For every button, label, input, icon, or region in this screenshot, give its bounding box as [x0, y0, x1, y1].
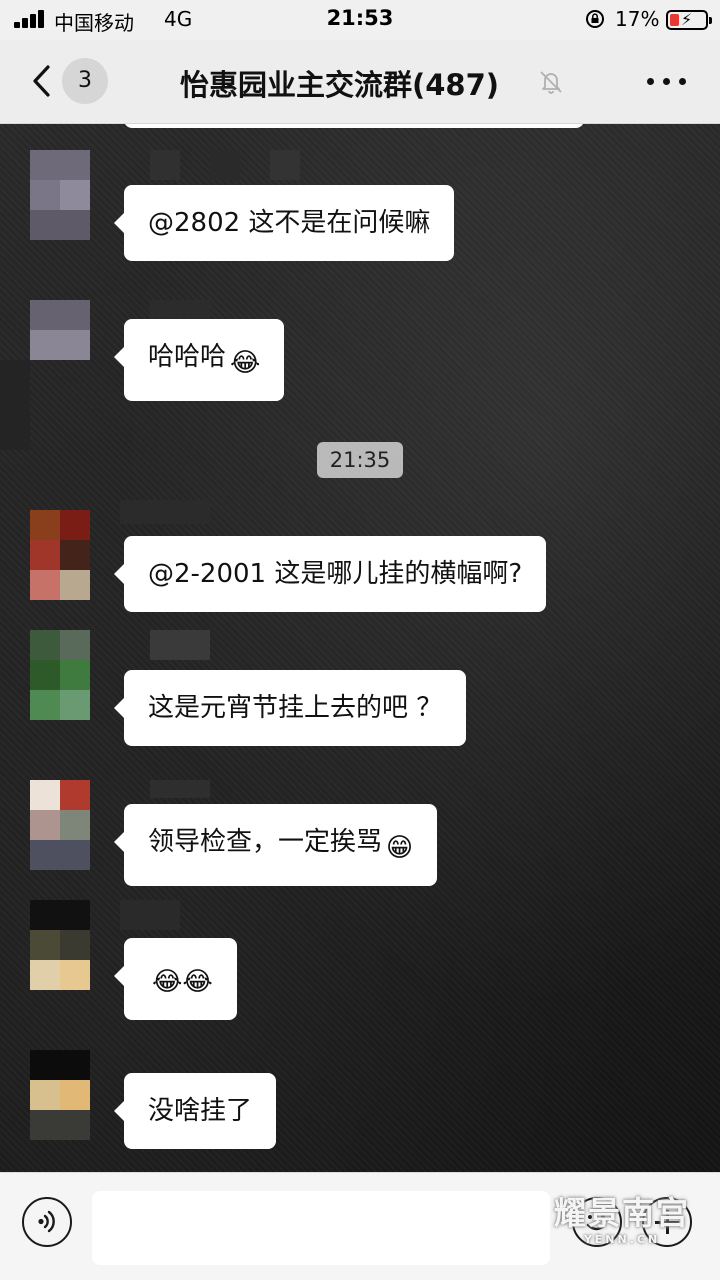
- plus-icon[interactable]: [642, 1197, 692, 1247]
- message-bubble[interactable]: 领导检查，一定挨骂 😁: [113, 804, 438, 886]
- message-text: 没啥挂了: [148, 1096, 253, 1126]
- chat-input-bar: 耀景南宫 YENN.CN: [0, 1172, 720, 1280]
- message-input[interactable]: [92, 1191, 550, 1265]
- chat-messages-area[interactable]: @2802 这不是在问候嘛 哈哈哈 😂 21:35 @2-2001 这是哪儿挂的横…: [0, 124, 720, 1172]
- message-text: @2-2001 这是哪儿挂的横幅啊?: [148, 559, 523, 589]
- message-bubble[interactable]: 😂😂: [114, 938, 237, 1020]
- message-bubble[interactable]: 哈哈哈 😂: [113, 319, 285, 401]
- unread-count-badge[interactable]: 3: [62, 58, 108, 104]
- voice-icon[interactable]: [22, 1197, 72, 1247]
- pixelated-avatars: [0, 124, 120, 1172]
- status-time: 21:53: [326, 6, 394, 30]
- battery-percent: 17%: [615, 7, 660, 31]
- more-dots-icon[interactable]: [642, 68, 692, 94]
- back-chevron-icon[interactable]: [24, 58, 60, 104]
- message-text: @2802 这不是在问候嘛: [148, 208, 431, 238]
- message-bubble[interactable]: @2-2001 这是哪儿挂的横幅啊?: [113, 536, 547, 612]
- battery-level-fill: [670, 14, 679, 26]
- message-bubble[interactable]: 这是元宵节挂上去的吧 ？: [113, 670, 467, 746]
- chat-header: 3 怡惠园业主交流群(487): [0, 40, 720, 124]
- mute-bell-icon: [540, 71, 562, 94]
- smiley-face-icon: [586, 1215, 607, 1231]
- emoji-icon[interactable]: [572, 1197, 622, 1247]
- timestamp-chip: 21:35: [317, 442, 403, 478]
- grinning-emoji-icon: 😁: [386, 833, 414, 863]
- message-bubble[interactable]: 没啥挂了: [113, 1073, 277, 1149]
- tears-of-joy-emoji-icon: 😂😂: [152, 967, 213, 997]
- tears-of-joy-emoji-icon: 😂: [230, 348, 261, 378]
- status-bar: 中国移动 4G 21:53 17% ⚡: [0, 0, 720, 40]
- voice-wave-icon: [38, 1210, 55, 1233]
- message-text: 哈哈哈: [148, 342, 227, 372]
- orientation-lock-icon: [586, 10, 604, 28]
- message-bubble[interactable]: @2802 这不是在问候嘛: [113, 185, 455, 261]
- message-text: 这是元宵节挂上去的吧 ？: [148, 693, 443, 723]
- charging-bolt-icon: ⚡: [681, 10, 693, 29]
- group-title: 怡惠园业主交流群(487): [180, 68, 500, 102]
- battery-icon: ⚡: [666, 10, 712, 30]
- message-text: 领导检查，一定挨骂: [148, 827, 383, 857]
